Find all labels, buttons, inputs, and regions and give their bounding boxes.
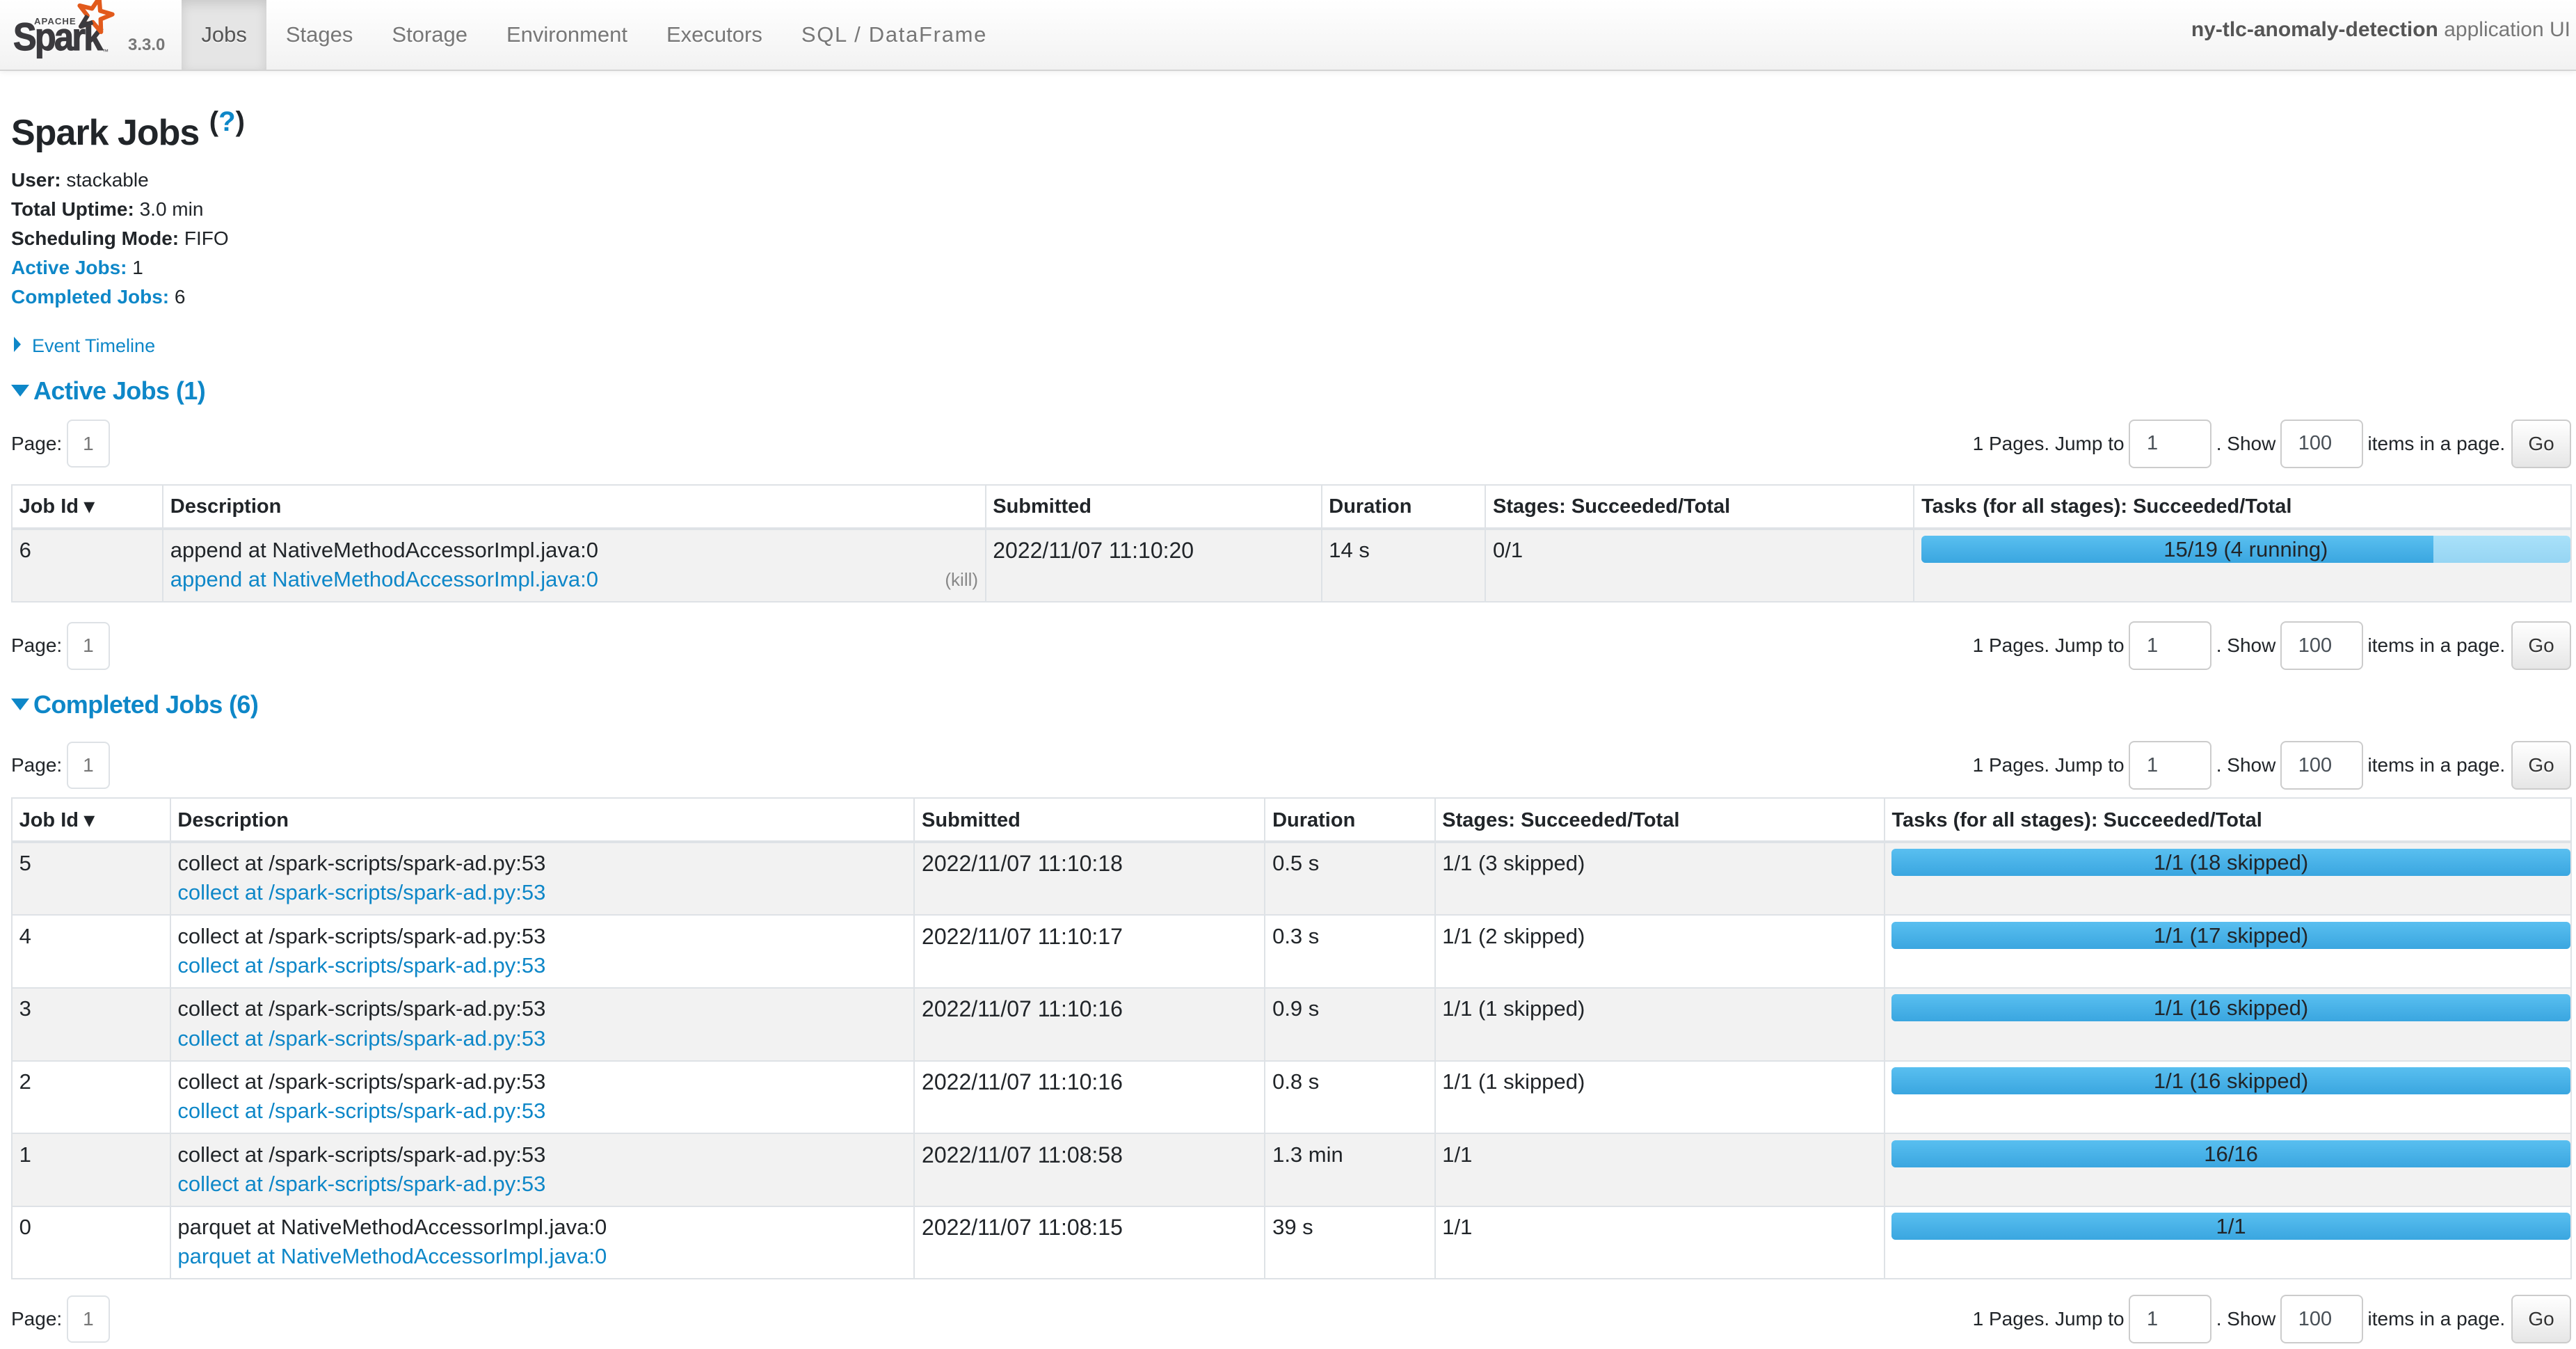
svg-text:™: ™ [102,48,109,55]
